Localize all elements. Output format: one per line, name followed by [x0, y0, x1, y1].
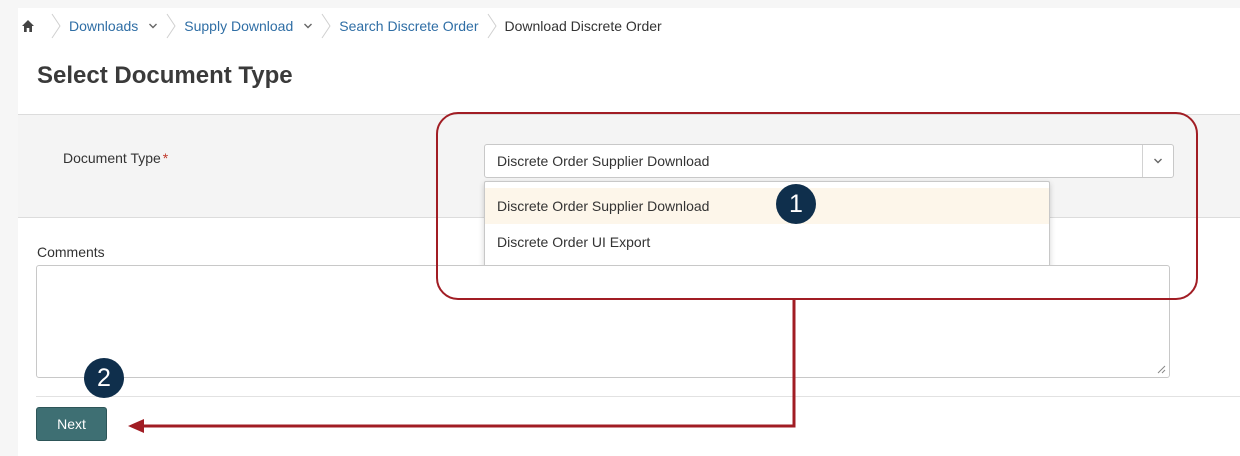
page-title: Select Document Type [37, 62, 293, 89]
breadcrumb-separator [51, 13, 61, 39]
required-marker: * [162, 150, 169, 166]
breadcrumb-search-discrete-order-label[interactable]: Search Discrete Order [339, 18, 478, 34]
step-2-badge: 2 [84, 358, 124, 398]
callout-highlight-box [436, 112, 1198, 300]
home-icon[interactable] [21, 19, 35, 33]
breadcrumb: Downloads Supply Download Search Discret… [18, 8, 1240, 44]
step-1-badge: 1 [776, 184, 816, 224]
breadcrumb-separator [487, 13, 497, 39]
chevron-down-icon[interactable] [148, 22, 158, 30]
chevron-down-icon[interactable] [303, 22, 313, 30]
breadcrumb-downloads[interactable]: Downloads [69, 18, 158, 34]
breadcrumb-separator [321, 13, 331, 39]
comments-label: Comments [37, 244, 105, 260]
breadcrumb-supply-download-label[interactable]: Supply Download [184, 18, 293, 34]
document-type-label: Document Type * [63, 150, 168, 166]
divider [36, 396, 1240, 397]
breadcrumb-search-discrete-order[interactable]: Search Discrete Order [339, 18, 478, 34]
breadcrumb-current: Download Discrete Order [504, 18, 662, 34]
breadcrumb-downloads-label[interactable]: Downloads [69, 18, 138, 34]
resize-handle-icon[interactable] [1156, 364, 1166, 374]
document-type-label-text: Document Type [63, 150, 161, 166]
breadcrumb-separator [166, 13, 176, 39]
breadcrumb-supply-download[interactable]: Supply Download [184, 18, 313, 34]
next-button[interactable]: Next [36, 407, 107, 441]
